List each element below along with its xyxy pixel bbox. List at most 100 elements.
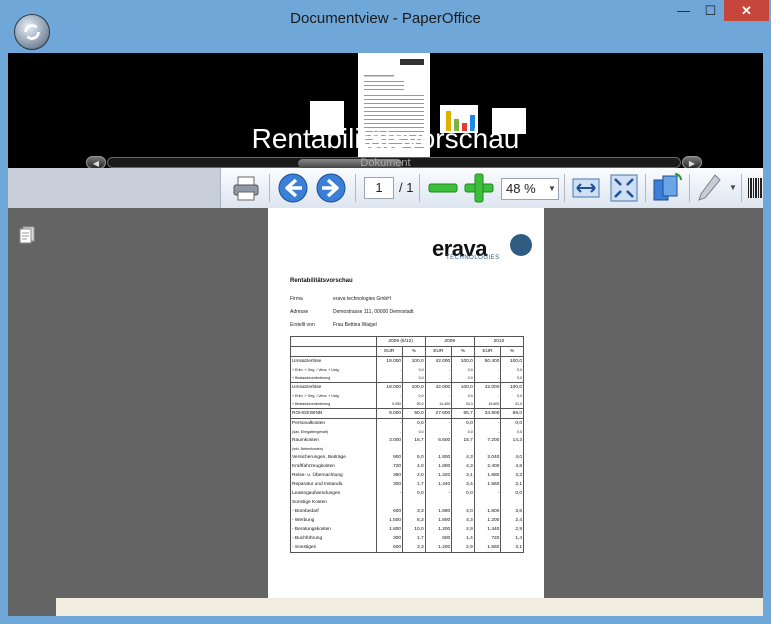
minimize-button[interactable]: — [670, 0, 697, 21]
table-cell: 0,0 [451, 374, 475, 383]
table-cell: 2,9 [451, 525, 475, 534]
row-label: Sonstige Kosten [292, 500, 327, 505]
table-cell: 65,7 [451, 408, 475, 419]
table-cell: 0,0 [500, 374, 524, 383]
table-cell: 4,0 [402, 462, 426, 471]
table-cell: 18.000 [375, 382, 403, 392]
document-pages-icon[interactable] [19, 226, 35, 244]
fit-page-icon[interactable] [609, 173, 639, 203]
barcode-icon[interactable] [747, 176, 763, 200]
table-cell: - [473, 418, 501, 428]
maximize-button[interactable]: ☐ [697, 0, 724, 21]
table-cell: 4,0 [451, 507, 475, 516]
table-cell: 0,0 [402, 366, 426, 374]
row-label: - Buchführung [292, 536, 323, 541]
table-cell: 18.000 [375, 356, 403, 366]
table-cell: 100,0 [402, 382, 426, 392]
document-page[interactable]: erava TECHNOLOGIES Rentabilitätsvorschau… [268, 208, 544, 598]
row-label: (dav. Ehegattengehalt) [292, 430, 329, 434]
meta-label: Erstellt von [290, 322, 315, 328]
table-cell: 50.400 [473, 356, 501, 366]
pen-dropdown-icon[interactable]: ▼ [727, 178, 739, 198]
table-cell: 27.600 [424, 408, 452, 419]
table-cell: 100,0 [402, 356, 426, 366]
table-cell: 600 [424, 534, 452, 543]
table-cell: 3,3 [402, 507, 426, 516]
table-cell: 1.320 [424, 471, 452, 480]
company-logo-icon [510, 234, 532, 256]
table-cell [451, 498, 475, 507]
row-label: - Sonstiges [292, 545, 316, 550]
app-menu-icon[interactable] [14, 14, 50, 50]
table-cell: 31,0 [500, 400, 524, 409]
row-label: Versicherungen, Beiträge [292, 455, 346, 460]
application-window: Documentview - PaperOffice — ☐ ✕ Rentabi… [0, 0, 771, 624]
close-button[interactable]: ✕ [724, 0, 769, 21]
table-cell: 1,4 [500, 534, 524, 543]
table-cell: 16,7 [402, 436, 426, 445]
meta-row: Erstellt von Frau Bettina Waigel [290, 322, 377, 328]
table-cell: 4,3 [451, 453, 475, 462]
table-cell: 1.560 [473, 480, 501, 489]
table-cell: 1.200 [424, 543, 452, 553]
table-cell: 100,0 [500, 382, 524, 392]
table-cell: 0,0 [402, 374, 426, 383]
table-cell: - [424, 428, 452, 436]
page-number-input[interactable]: 1 [364, 177, 394, 199]
table-cell: 1.800 [375, 525, 403, 534]
table-cell [402, 498, 426, 507]
annotate-pen-icon[interactable] [695, 172, 723, 204]
table-cell: 1.800 [473, 507, 501, 516]
next-page-icon[interactable] [315, 172, 347, 204]
zoom-dropdown-icon[interactable]: ▼ [546, 179, 558, 199]
table-row: Raumkosten 3.000 16,7 6.600 15,7 7.200 14,3 [291, 436, 524, 445]
table-cell: 1.440 [424, 480, 452, 489]
table-row: (inkl. Nebenkosten) [291, 445, 524, 453]
unit-header: % [402, 346, 426, 357]
zoom-out-icon[interactable] [427, 174, 459, 202]
table-cell: 4,8 [500, 462, 524, 471]
document-title: Rentabilitätsvorschau [290, 278, 353, 284]
table-cell: - [424, 366, 452, 374]
company-logo-subtitle: TECHNOLOGIES [446, 255, 500, 261]
row-label: Raumkosten [292, 438, 319, 443]
table-cell: 1.680 [424, 507, 452, 516]
table-cell: 0,0 [402, 489, 426, 498]
table-cell: - [473, 374, 501, 383]
table-cell: 9.000 [375, 400, 403, 409]
table-row: - Beratungskosten 1.800 10,0 1.200 2,9 1.440 2… [291, 525, 524, 534]
table-cell: - [375, 418, 403, 428]
table-header-cell [290, 346, 377, 357]
table-cell: - [424, 489, 452, 498]
print-icon[interactable] [231, 173, 261, 203]
table-header-row: 2009 (6/12) 2009 2010 [290, 336, 524, 347]
table-cell [375, 498, 403, 507]
toolbar-separator [269, 174, 270, 202]
rotate-page-icon[interactable] [651, 172, 683, 204]
table-row: ROHGEWINN 9.000 50,0 27.600 65,7 34.800 69,0 [290, 408, 524, 419]
table-cell [375, 445, 403, 453]
table-row: + Erlm. + Geg. / Verw. + Ustg. -0,0-0,0-0… [291, 392, 524, 400]
table-cell: 100,0 [500, 356, 524, 366]
row-label: + Erlm. + Geg. / Verw. + Ustg. [292, 368, 340, 372]
table-cell: 42.000 [473, 382, 501, 392]
table-cell: 600 [375, 543, 403, 553]
row-label: - Beratungskosten [292, 527, 331, 532]
table-cell: 0,0 [451, 418, 475, 428]
previous-page-icon[interactable] [277, 172, 309, 204]
status-strip [56, 598, 763, 616]
table-header-row: EUR % EUR % EUR % [290, 346, 524, 357]
zoom-in-icon[interactable] [463, 172, 495, 204]
unit-header: EUR [473, 346, 501, 357]
window-title: Documentview - PaperOffice [290, 10, 481, 27]
document-viewer-area[interactable]: erava TECHNOLOGIES Rentabilitätsvorschau… [8, 208, 763, 616]
table-cell: 1.800 [424, 462, 452, 471]
table-cell: - [375, 489, 403, 498]
fit-width-icon[interactable] [571, 173, 601, 203]
table-cell [424, 498, 452, 507]
table-cell: 0,0 [500, 428, 524, 436]
table-cell: 50,0 [402, 408, 426, 419]
table-cell: 4,3 [451, 462, 475, 471]
table-cell: 100,0 [451, 382, 475, 392]
table-cell: 720 [375, 462, 403, 471]
